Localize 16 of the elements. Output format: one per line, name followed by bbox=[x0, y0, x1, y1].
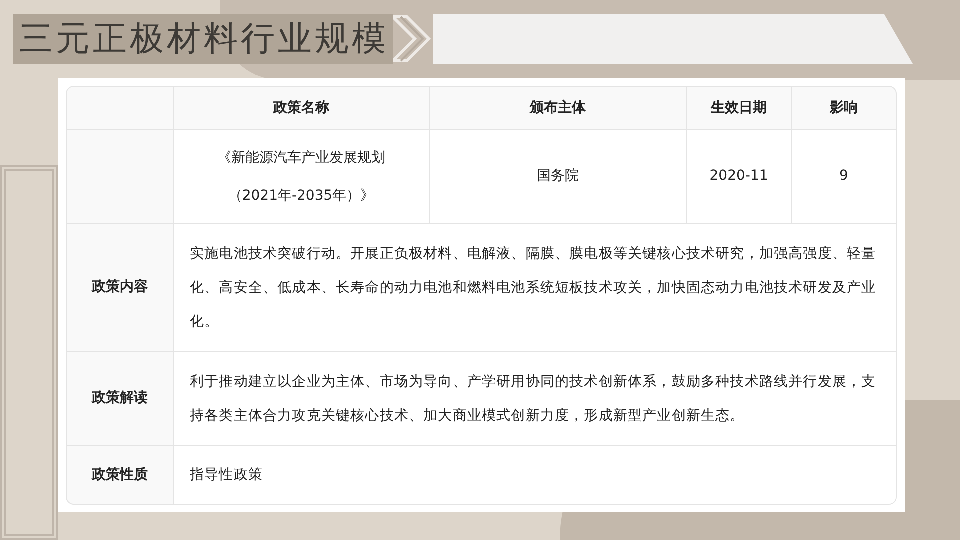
detail-text: 实施电池技术突破行动。开展正负极材料、电解液、隔膜、膜电极等关键核心技术研究，加强高强度、轻量化、高安全、低成本、长寿命的动力电池和燃料电池系统短板技术攻关，加快固态动力电池技术研发及产业化。 bbox=[190, 244, 878, 332]
page-title: 三元正极材料行业规模 bbox=[19, 18, 389, 60]
table-cell-text: 9 bbox=[840, 167, 848, 186]
table-cell-text: 2020-11 bbox=[710, 167, 768, 186]
column-header: 影响 bbox=[830, 98, 858, 118]
policy-name-text: 《新能源汽车产业发展规划 bbox=[218, 148, 386, 168]
row-label: 政策解读 bbox=[92, 389, 148, 408]
column-header: 政策名称 bbox=[274, 98, 330, 118]
column-header: 生效日期 bbox=[711, 98, 767, 118]
detail-text: 指导性政策 bbox=[190, 466, 263, 485]
policy-name-text: （2021年-2035年）》 bbox=[228, 186, 375, 206]
row-label: 政策性质 bbox=[92, 466, 148, 484]
detail-text: 利于推动建立以企业为主体、市场为导向、产学研用协同的技术创新体系，鼓励多种技术路线并行发展，支持各类主体合力攻克关键核心技术、加大商业模式创新力度，形成新型产业创新生态。 bbox=[190, 372, 878, 426]
column-header: 颁布主体 bbox=[530, 98, 586, 118]
row-label: 政策内容 bbox=[92, 278, 148, 297]
table-cell-text: 国务院 bbox=[537, 167, 579, 186]
